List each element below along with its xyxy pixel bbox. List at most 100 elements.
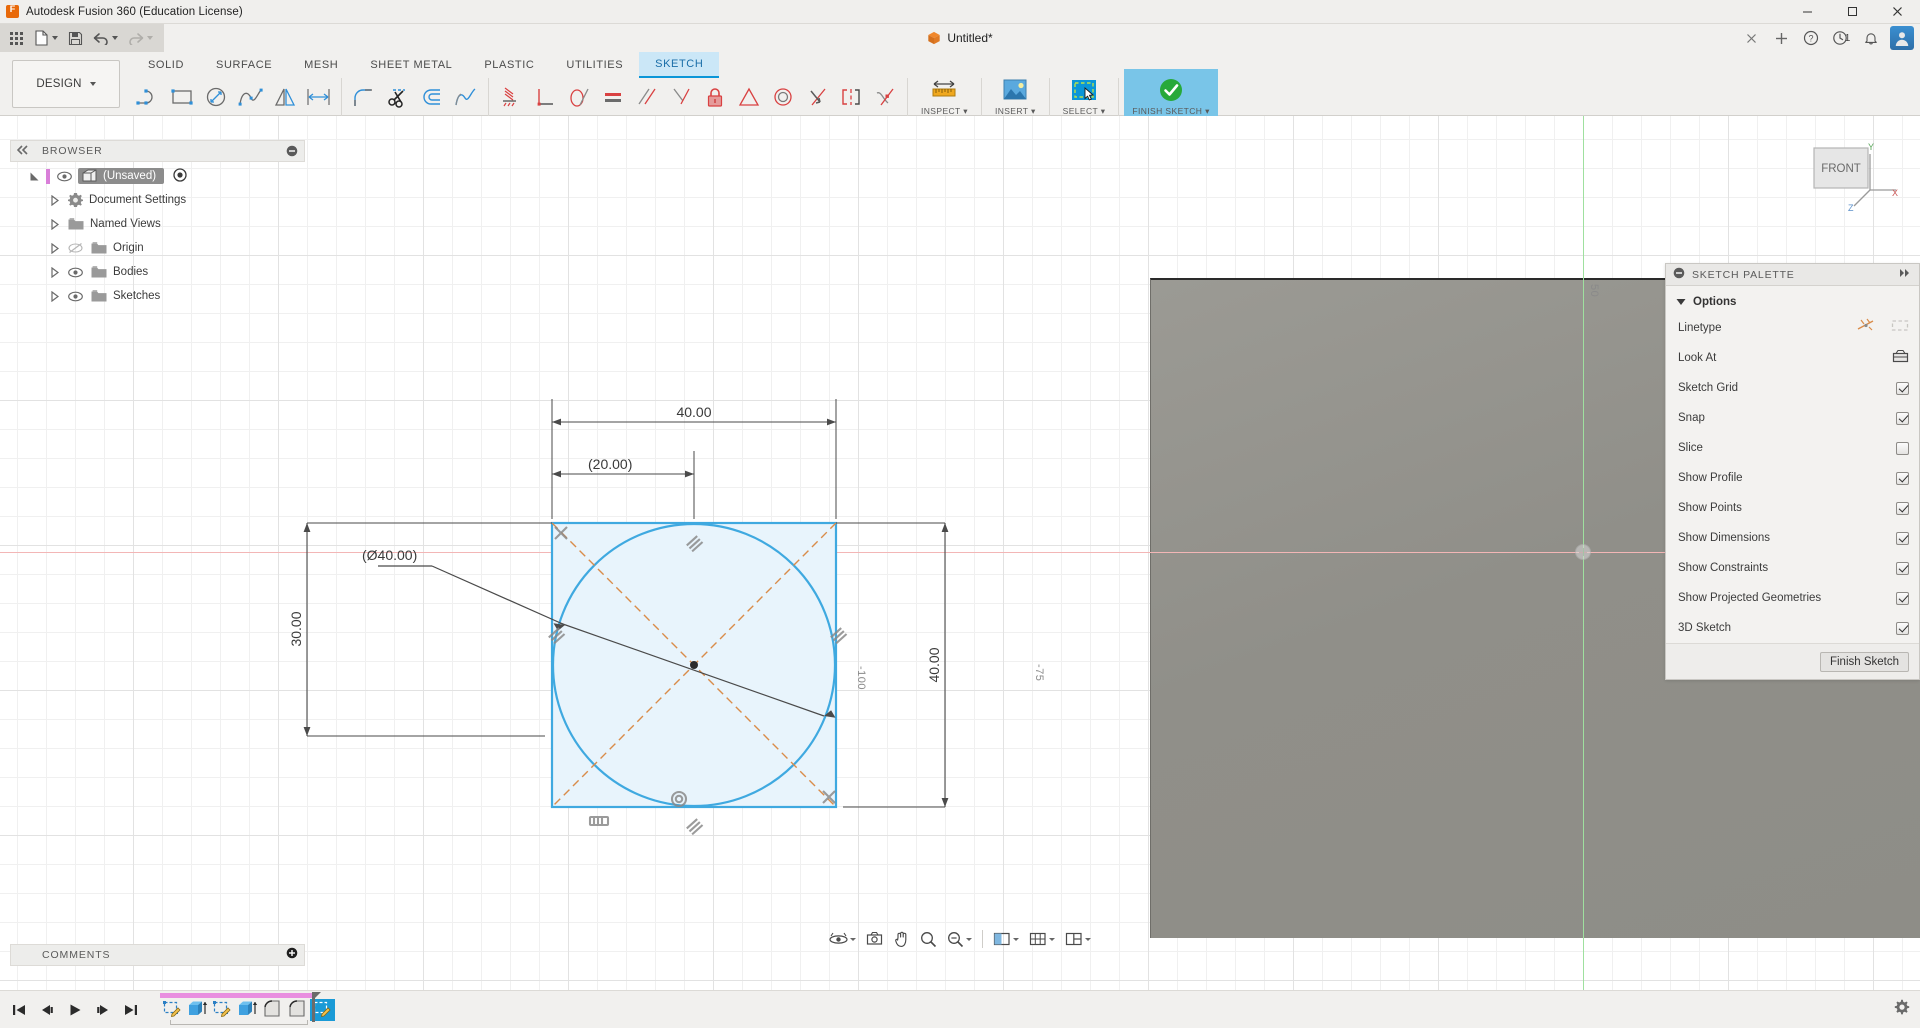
trim-icon[interactable] [381, 79, 415, 115]
lookat-nav-icon[interactable] [862, 926, 887, 952]
3d-sketch-checkbox[interactable] [1896, 621, 1909, 635]
notifications-icon[interactable] [1857, 26, 1885, 50]
palette-row-show-projected-geometries[interactable]: Show Projected Geometries [1666, 583, 1919, 613]
jump-start-icon[interactable] [8, 999, 30, 1021]
palette-finish-sketch-button[interactable]: Finish Sketch [1819, 651, 1909, 672]
minus-circle-icon[interactable] [286, 145, 298, 157]
look-at-camera-icon[interactable] [1892, 349, 1909, 368]
height-left-dimension[interactable]: 30.00 [288, 522, 552, 737]
tree-item-named-views[interactable]: Named Views [10, 212, 305, 236]
palette-row-show-points[interactable]: Show Points [1666, 493, 1919, 523]
offset-dimension[interactable]: (20.00) [551, 451, 695, 519]
midpoint-icon[interactable] [732, 79, 766, 115]
fix-icon[interactable] [698, 79, 732, 115]
palette-row-sketch-grid[interactable]: Sketch Grid [1666, 373, 1919, 403]
close-icon[interactable] [1875, 0, 1920, 24]
tab-sheet-metal[interactable]: SHEET METAL [354, 52, 468, 78]
line-icon[interactable] [132, 79, 166, 115]
horizontal-vertical-icon[interactable] [664, 79, 698, 115]
offset-icon[interactable] [415, 79, 449, 115]
fillet-icon[interactable] [347, 79, 381, 115]
close-tab-icon[interactable] [1737, 26, 1765, 50]
coincident-icon[interactable] [494, 79, 528, 115]
minimize-icon[interactable] [1785, 0, 1830, 24]
pan-icon[interactable] [889, 926, 914, 952]
timeline-marker[interactable] [312, 991, 321, 1001]
tab-plastic[interactable]: PLASTIC [468, 52, 550, 78]
save-icon[interactable] [63, 26, 88, 50]
tab-sketch[interactable]: SKETCH [639, 52, 720, 78]
document-title[interactable]: Untitled* [947, 31, 992, 45]
zoom-fit-icon[interactable] [943, 926, 976, 952]
palette-row-snap[interactable]: Snap [1666, 403, 1919, 433]
redo-icon[interactable] [123, 26, 158, 50]
center-point[interactable] [690, 661, 698, 669]
expand-triangle-icon[interactable] [28, 171, 41, 182]
eye-visible-icon[interactable] [55, 171, 73, 182]
height-right-dimension[interactable]: 40.00 [836, 522, 949, 808]
perpendicular-icon[interactable] [528, 79, 562, 115]
expand-triangle-icon[interactable] [48, 218, 61, 230]
parallel-icon[interactable] [630, 79, 664, 115]
eye-visible-icon[interactable] [66, 291, 84, 302]
rectangular-pattern-icon[interactable] [302, 79, 336, 115]
tab-utilities[interactable]: UTILITIES [550, 52, 639, 78]
tab-surface[interactable]: SURFACE [200, 52, 288, 78]
symmetry-icon[interactable] [834, 79, 868, 115]
show-points-checkbox[interactable] [1896, 501, 1909, 515]
rectangle-icon[interactable] [166, 79, 200, 115]
palette-row-look-at[interactable]: Look At [1666, 343, 1919, 373]
record-icon[interactable] [173, 167, 187, 185]
display-settings-icon[interactable] [989, 926, 1023, 952]
expand-triangle-icon[interactable] [48, 194, 61, 206]
workspace-selector[interactable]: DESIGN [12, 60, 120, 108]
construction-line-icon[interactable] [1857, 318, 1875, 338]
sketch-grid-checkbox[interactable] [1896, 381, 1909, 395]
timeline-feature-fillet-2[interactable] [285, 999, 310, 1021]
tree-item-document-settings[interactable]: Document Settings [10, 188, 305, 212]
concentric-icon[interactable] [766, 79, 800, 115]
collinear-icon[interactable] [800, 79, 834, 115]
eye-hidden-icon[interactable] [66, 242, 84, 254]
timeline-settings[interactable] [1894, 999, 1910, 1020]
add-tab-icon[interactable] [1767, 26, 1795, 50]
view-cube[interactable]: FRONT Y X Z [1792, 138, 1902, 228]
palette-row-show-constraints[interactable]: Show Constraints [1666, 553, 1919, 583]
centerline-icon[interactable] [1891, 318, 1909, 338]
play-icon[interactable] [64, 999, 86, 1021]
tangent-icon[interactable] [562, 79, 596, 115]
tree-item-origin[interactable]: Origin [10, 236, 305, 260]
tree-item-bodies[interactable]: Bodies [10, 260, 305, 284]
zoom-icon[interactable] [916, 926, 941, 952]
curvature-icon[interactable] [449, 79, 483, 115]
jump-end-icon[interactable] [120, 999, 142, 1021]
maximize-icon[interactable] [1830, 0, 1875, 24]
curvature-constraint-icon[interactable] [868, 79, 902, 115]
snap-checkbox[interactable] [1896, 411, 1909, 425]
show-dimensions-checkbox[interactable] [1896, 531, 1909, 545]
spline-icon[interactable] [234, 79, 268, 115]
orbit-icon[interactable] [825, 926, 860, 952]
help-icon[interactable]: ? [1797, 26, 1825, 50]
expand-triangle-icon[interactable] [48, 290, 61, 302]
undo-icon[interactable] [88, 26, 123, 50]
grid-snap-icon[interactable] [1025, 926, 1059, 952]
show-constraints-checkbox[interactable] [1896, 561, 1909, 575]
timeline-feature-fillet-1[interactable] [260, 999, 285, 1021]
step-forward-icon[interactable] [92, 999, 114, 1021]
expand-triangle-icon[interactable] [48, 242, 61, 254]
eye-visible-icon[interactable] [66, 267, 84, 278]
show-projected-geometries-checkbox[interactable] [1896, 591, 1909, 605]
collapse-left-icon[interactable] [16, 142, 30, 160]
timeline-feature-sketch-2[interactable] [210, 999, 235, 1021]
slice-checkbox[interactable] [1896, 441, 1909, 455]
job-status-icon[interactable]: 1 [1827, 26, 1855, 50]
viewports-icon[interactable] [1061, 926, 1095, 952]
tree-item-unsaved[interactable]: (Unsaved) [10, 164, 305, 188]
timeline-feature-sketch-1[interactable] [160, 999, 185, 1021]
account-avatar-icon[interactable] [1890, 26, 1914, 50]
mirror-icon[interactable] [268, 79, 302, 115]
palette-row-3d-sketch[interactable]: 3D Sketch [1666, 613, 1919, 643]
app-grid-icon[interactable] [4, 26, 29, 50]
double-chevron-right-icon[interactable] [1898, 268, 1912, 281]
